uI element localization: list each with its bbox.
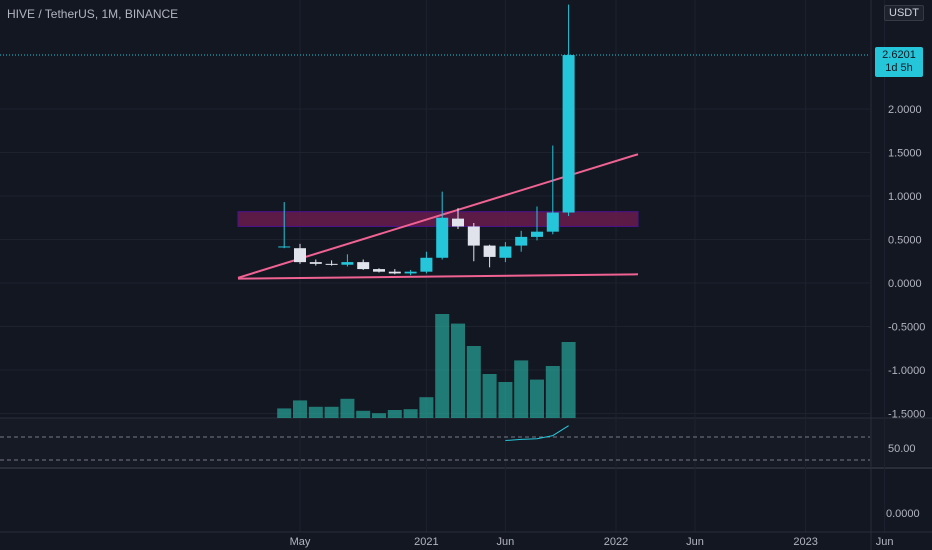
candle-body (562, 55, 575, 213)
candle-body (515, 236, 528, 246)
volume-bar (308, 406, 323, 418)
volume-bar (403, 409, 418, 418)
candle-body (420, 257, 433, 272)
last-price-label: 2.6201 1d 5h (875, 47, 923, 77)
candle-body (278, 246, 291, 248)
candle-body (452, 218, 464, 227)
candle-body (404, 271, 417, 274)
candle-body (388, 271, 401, 274)
volume-bar (356, 410, 371, 418)
y-axis-tick-label: 0.0000 (888, 278, 922, 290)
volume-bar (340, 398, 355, 418)
x-axis-tick-label: Jun (497, 536, 515, 548)
symbol-title[interactable]: HIVE / TetherUS, 1M, BINANCE (7, 7, 178, 21)
candle-body (325, 263, 338, 265)
y-axis-tick-label: 1.0000 (888, 191, 922, 203)
candle-countdown: 1d 5h (885, 62, 913, 74)
candle-body (309, 262, 322, 264)
volume-bar (387, 410, 402, 418)
candle-body (483, 245, 496, 257)
currency-badge[interactable]: USDT (884, 5, 924, 21)
candle-body (373, 269, 385, 272)
y-axis-tick-label: 1.5000 (888, 148, 922, 160)
volume-bar (419, 397, 434, 418)
y-axis-tick-label: -0.5000 (888, 322, 925, 334)
candle-body (341, 262, 354, 265)
candle-body (531, 231, 543, 237)
price-chart[interactable]: 2.0000 1.5000 1.0000 0.5000 0.0000 -0.5000 -1.… (0, 0, 932, 550)
lower-pane-tick-label: 0.0000 (886, 508, 920, 520)
volume-bar (293, 400, 307, 418)
volume-bar (514, 360, 529, 418)
candle-body (294, 248, 306, 263)
volume-bar (372, 413, 386, 418)
x-axis-tick-label: 2022 (604, 536, 628, 548)
candle-body (546, 212, 559, 232)
rsi-pane-background (0, 418, 932, 466)
y-axis-tick-label: 2.0000 (888, 104, 922, 116)
x-axis-tick-label: Jun (876, 536, 894, 548)
y-axis-tick-label: -1.0000 (888, 365, 925, 377)
y-axis-tick-label: -1.5000 (888, 409, 925, 421)
last-price-value: 2.6201 (882, 49, 916, 61)
x-axis-tick-label: 2023 (793, 536, 817, 548)
volume-bar (561, 342, 576, 418)
volume-bar (435, 314, 450, 418)
y-axis-tick-label: 0.5000 (888, 235, 922, 247)
volume-bar (545, 366, 560, 418)
x-axis-tick-label: Jun (686, 536, 704, 548)
candle-body (436, 217, 449, 258)
volume-bar (277, 408, 292, 418)
rsi-axis-tick-label: 50.00 (888, 443, 916, 455)
volume-bar (482, 374, 497, 418)
volume-bar (530, 379, 544, 418)
candle-body (357, 262, 370, 270)
lower-pane-background (0, 470, 932, 532)
x-axis-tick-label: 2021 (414, 536, 438, 548)
candle-body (467, 226, 480, 246)
candle-body (499, 246, 512, 258)
x-axis-tick-label: May (290, 536, 311, 548)
volume-bar (451, 323, 465, 418)
volume-bar (324, 406, 339, 418)
volume-bar (466, 346, 481, 418)
volume-bar (498, 382, 513, 418)
